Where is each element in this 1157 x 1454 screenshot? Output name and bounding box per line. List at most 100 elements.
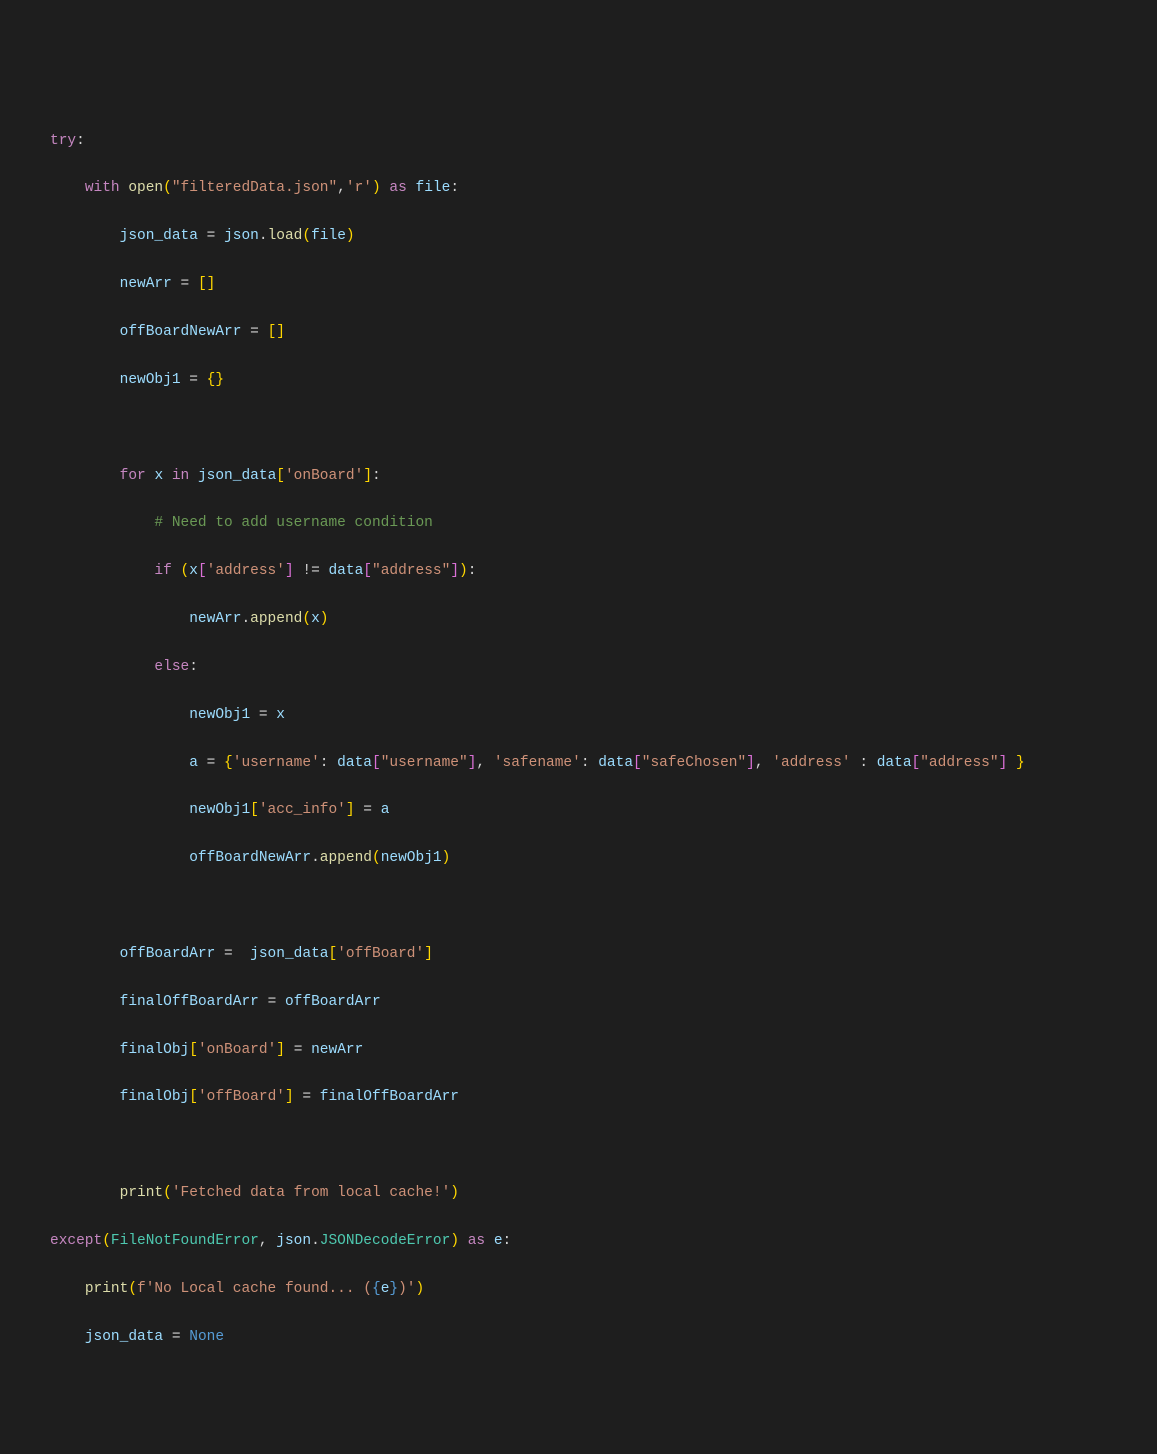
keyword-as: as	[468, 1233, 485, 1249]
code-line[interactable]: except(FileNotFoundError, json.JSONDecod…	[0, 1230, 1157, 1254]
code-editor[interactable]: try: with open("filteredData.json",'r') …	[0, 106, 1157, 1454]
code-line[interactable]: json_data = json.load(file)	[0, 225, 1157, 249]
variable: data	[328, 563, 363, 579]
string-literal: "address"	[920, 755, 998, 771]
variable: newArr	[120, 276, 172, 292]
variable: data	[598, 755, 633, 771]
string-literal: )'	[398, 1281, 415, 1297]
variable: offBoardNewArr	[120, 324, 242, 340]
keyword-with: with	[85, 180, 120, 196]
string-literal: 'onBoard'	[285, 468, 363, 484]
variable: json	[276, 1233, 311, 1249]
code-line[interactable]: offBoardNewArr = []	[0, 321, 1157, 345]
string-literal: 'Fetched data from local cache!'	[172, 1185, 450, 1201]
string-literal: 'onBoard'	[198, 1042, 276, 1058]
string-literal: 'offBoard'	[337, 946, 424, 962]
keyword-else: else	[154, 659, 189, 675]
string-literal: 'offBoard'	[198, 1089, 285, 1105]
function-append: append	[250, 611, 302, 627]
variable: finalObj	[120, 1089, 190, 1105]
keyword-if: if	[154, 563, 171, 579]
code-line[interactable]: a = {'username': data["username"], 'safe…	[0, 752, 1157, 776]
code-line[interactable]: # Need to add username condition	[0, 512, 1157, 536]
string-literal: "username"	[381, 755, 468, 771]
colon: :	[76, 133, 85, 149]
code-line[interactable]: newObj1 = x	[0, 704, 1157, 728]
variable: finalOffBoardArr	[320, 1089, 459, 1105]
code-line[interactable]	[0, 895, 1157, 919]
variable: finalObj	[120, 1042, 190, 1058]
class-name: FileNotFoundError	[111, 1233, 259, 1249]
code-line[interactable]: offBoardArr = json_data['offBoard']	[0, 943, 1157, 967]
code-line[interactable]	[0, 1421, 1157, 1445]
variable-file: file	[416, 180, 451, 196]
variable: json_data	[198, 468, 276, 484]
keyword-as: as	[389, 180, 406, 196]
string-literal: 'address'	[207, 563, 285, 579]
variable: x	[276, 707, 285, 723]
function-load: load	[268, 228, 303, 244]
code-line[interactable]: json_data = None	[0, 1326, 1157, 1350]
code-line[interactable]: offBoardNewArr.append(newObj1)	[0, 847, 1157, 871]
string-literal: 'address'	[772, 755, 850, 771]
keyword-except: except	[50, 1233, 102, 1249]
variable: json_data	[120, 228, 198, 244]
code-line[interactable]: if (x['address'] != data["address"]):	[0, 560, 1157, 584]
string-literal: 'r'	[346, 180, 372, 196]
code-line[interactable]: newObj1 = {}	[0, 369, 1157, 393]
variable: data	[877, 755, 912, 771]
variable: x	[311, 611, 320, 627]
variable: newArr	[311, 1042, 363, 1058]
constant-none: None	[189, 1329, 224, 1345]
function-append: append	[320, 850, 372, 866]
variable: json	[224, 228, 259, 244]
code-line[interactable]: try:	[0, 130, 1157, 154]
variable: offBoardArr	[285, 994, 381, 1010]
code-line[interactable]: with open("filteredData.json",'r') as fi…	[0, 177, 1157, 201]
variable: json_data	[250, 946, 328, 962]
variable: json_data	[85, 1329, 163, 1345]
variable: newObj1	[120, 372, 181, 388]
function-open: open	[128, 180, 163, 196]
keyword-try: try	[50, 133, 76, 149]
code-line[interactable]	[0, 417, 1157, 441]
code-line[interactable]: newArr.append(x)	[0, 608, 1157, 632]
code-line[interactable]: for x in json_data['onBoard']:	[0, 465, 1157, 489]
keyword-in: in	[172, 468, 189, 484]
variable: x	[154, 468, 163, 484]
variable: e	[494, 1233, 503, 1249]
code-line[interactable]: newObj1['acc_info'] = a	[0, 799, 1157, 823]
variable: file	[311, 228, 346, 244]
variable: a	[381, 802, 390, 818]
variable: x	[189, 563, 198, 579]
code-line[interactable]: finalObj['offBoard'] = finalOffBoardArr	[0, 1086, 1157, 1110]
variable: newObj1	[189, 707, 250, 723]
string-literal: 'safename'	[494, 755, 581, 771]
code-line[interactable]	[0, 1134, 1157, 1158]
variable: a	[189, 755, 198, 771]
string-literal: f'No Local cache found... (	[137, 1281, 372, 1297]
code-line[interactable]: else:	[0, 656, 1157, 680]
variable: offBoardNewArr	[189, 850, 311, 866]
function-print: print	[85, 1281, 129, 1297]
comment: # Need to add username condition	[154, 515, 432, 531]
code-line[interactable]: finalOffBoardArr = offBoardArr	[0, 991, 1157, 1015]
code-line[interactable]	[0, 1374, 1157, 1398]
variable: finalOffBoardArr	[120, 994, 259, 1010]
code-line[interactable]: newArr = []	[0, 273, 1157, 297]
code-line[interactable]: print(f'No Local cache found... ({e})')	[0, 1278, 1157, 1302]
variable: newArr	[189, 611, 241, 627]
variable: e	[381, 1281, 390, 1297]
class-name: JSONDecodeError	[320, 1233, 451, 1249]
variable: newObj1	[381, 850, 442, 866]
function-print: print	[120, 1185, 164, 1201]
string-literal: 'acc_info'	[259, 802, 346, 818]
string-literal: "safeChosen"	[642, 755, 746, 771]
variable: newObj1	[189, 802, 250, 818]
code-line[interactable]: print('Fetched data from local cache!')	[0, 1182, 1157, 1206]
string-literal: "address"	[372, 563, 450, 579]
code-line[interactable]: finalObj['onBoard'] = newArr	[0, 1039, 1157, 1063]
variable: offBoardArr	[120, 946, 216, 962]
variable: data	[337, 755, 372, 771]
string-literal: 'username'	[233, 755, 320, 771]
